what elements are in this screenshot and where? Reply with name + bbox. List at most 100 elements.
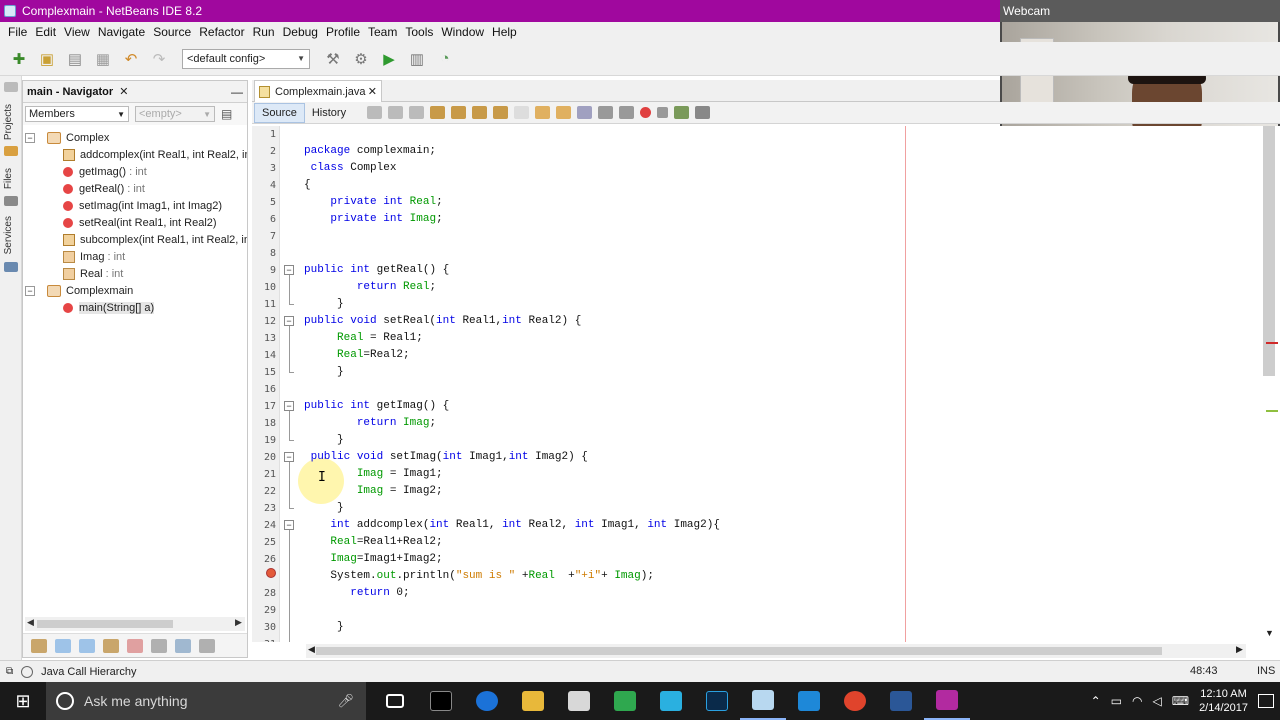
chevron-up-icon[interactable]: ⌃ bbox=[1091, 694, 1101, 708]
scroll-thumb[interactable] bbox=[316, 647, 1162, 655]
scroll-right-icon[interactable]: ▶ bbox=[1236, 644, 1243, 655]
line-number[interactable]: 3 bbox=[252, 160, 276, 177]
line-number[interactable]: 15 bbox=[252, 364, 276, 381]
menu-file[interactable]: File bbox=[4, 25, 31, 39]
minimize-icon[interactable]: — bbox=[231, 85, 243, 99]
tree-item[interactable]: − Complexmain bbox=[25, 282, 133, 299]
cortana-search[interactable]: Ask me anything 🎤︎ bbox=[46, 682, 366, 720]
file-explorer-icon[interactable] bbox=[510, 682, 556, 720]
line-number[interactable]: 12 bbox=[252, 313, 276, 330]
tree-item[interactable]: − Complex bbox=[25, 129, 109, 146]
code-line[interactable]: } bbox=[304, 500, 344, 517]
navigator-horizontal-scrollbar[interactable]: ◀ ▶ bbox=[25, 617, 245, 631]
line-number[interactable]: 30 bbox=[252, 619, 276, 636]
toggle-highlight-icon[interactable] bbox=[493, 106, 509, 119]
toggle-bookmark-icon[interactable] bbox=[577, 106, 593, 119]
tree-item[interactable]: main(String[] a) bbox=[63, 299, 155, 316]
find-selection-icon[interactable] bbox=[430, 106, 446, 119]
code-line[interactable]: return Real; bbox=[304, 279, 436, 296]
collapse-toggle-icon[interactable]: − bbox=[25, 132, 35, 143]
side-restore-icon[interactable] bbox=[4, 82, 18, 92]
code-line[interactable]: } bbox=[304, 364, 344, 381]
show-non-public-icon[interactable] bbox=[103, 638, 119, 653]
tree-item[interactable]: getReal(): int bbox=[63, 180, 145, 197]
collapse-toggle-icon[interactable]: − bbox=[25, 285, 35, 296]
forward-icon[interactable] bbox=[409, 106, 425, 119]
code-line[interactable]: class Complex bbox=[304, 160, 397, 177]
source-button[interactable]: Source bbox=[254, 102, 305, 123]
show-fields-icon[interactable] bbox=[55, 638, 71, 653]
undo-icon[interactable]: ↶ bbox=[120, 48, 142, 70]
empty-select[interactable]: <empty> ▼ bbox=[135, 106, 215, 122]
code-line[interactable]: } bbox=[304, 619, 344, 636]
remote-desktop-icon[interactable] bbox=[786, 682, 832, 720]
find-next-icon[interactable] bbox=[472, 106, 488, 119]
volume-icon[interactable]: ◁ bbox=[1153, 694, 1162, 708]
show-static-icon[interactable] bbox=[79, 638, 95, 653]
last-edit-icon[interactable] bbox=[367, 106, 383, 119]
code-line[interactable]: public void setImag(int Imag1,int Imag2)… bbox=[304, 449, 588, 466]
new-project-icon[interactable]: ▣ bbox=[36, 48, 58, 70]
build-icon[interactable]: ⚒ bbox=[322, 48, 344, 70]
fold-toggle-icon[interactable]: − bbox=[284, 452, 294, 462]
line-number[interactable]: 17 bbox=[252, 398, 276, 415]
sort-by-source-icon[interactable] bbox=[151, 638, 167, 653]
line-number[interactable] bbox=[252, 568, 276, 585]
menu-debug[interactable]: Debug bbox=[279, 25, 322, 39]
line-number[interactable]: 29 bbox=[252, 602, 276, 619]
restore-window-icon[interactable]: ⧉ bbox=[6, 666, 13, 677]
code-line[interactable]: { bbox=[304, 177, 311, 194]
line-number[interactable]: 18 bbox=[252, 415, 276, 432]
action-center-icon[interactable] bbox=[1258, 694, 1274, 708]
store-icon[interactable] bbox=[556, 682, 602, 720]
tree-item[interactable]: setImag(int Imag1, int Imag2) bbox=[63, 197, 222, 214]
menu-view[interactable]: View bbox=[60, 25, 94, 39]
code-line[interactable]: Imag = Imag2; bbox=[304, 483, 443, 500]
code-line[interactable]: Real=Real1+Real2; bbox=[304, 534, 442, 551]
debug-icon[interactable]: ▥ bbox=[406, 48, 428, 70]
profile-icon[interactable]: ◔ bbox=[434, 48, 456, 70]
tab-files[interactable]: Files bbox=[3, 168, 14, 189]
fold-toggle-icon[interactable]: − bbox=[284, 520, 294, 530]
code-line[interactable]: int addcomplex(int Real1, int Real2, int… bbox=[304, 517, 720, 534]
line-number[interactable]: 7 bbox=[252, 228, 276, 245]
line-number[interactable]: 16 bbox=[252, 381, 276, 398]
members-select[interactable]: Members ▼ bbox=[25, 106, 129, 122]
menu-edit[interactable]: Edit bbox=[31, 25, 60, 39]
sort-by-name-icon[interactable] bbox=[175, 638, 191, 653]
scroll-left-icon[interactable]: ◀ bbox=[308, 644, 315, 655]
line-number[interactable]: 6 bbox=[252, 211, 276, 228]
previous-bookmark-icon[interactable] bbox=[535, 106, 551, 119]
task-view-icon[interactable] bbox=[372, 682, 418, 720]
code-line[interactable]: package complexmain; bbox=[304, 143, 436, 160]
filter-icon[interactable]: ▤ bbox=[221, 107, 232, 121]
menu-help[interactable]: Help bbox=[488, 25, 521, 39]
line-number[interactable]: 13 bbox=[252, 330, 276, 347]
editor-horizontal-scrollbar[interactable]: ◀ ▶ bbox=[306, 644, 1246, 658]
line-number[interactable]: 28 bbox=[252, 585, 276, 602]
code-line[interactable]: public void setReal(int Real1,int Real2)… bbox=[304, 313, 581, 330]
photoshop-icon[interactable] bbox=[694, 682, 740, 720]
start-macro-icon[interactable] bbox=[640, 107, 652, 118]
code-line[interactable]: Real=Real2; bbox=[304, 347, 410, 364]
show-inherited-icon[interactable] bbox=[31, 638, 47, 653]
line-number[interactable]: 2 bbox=[252, 143, 276, 160]
tab-projects[interactable]: Projects bbox=[3, 104, 14, 140]
system-clock[interactable]: 12:10 AM 2/14/2017 bbox=[1199, 687, 1248, 715]
next-bookmark-icon[interactable] bbox=[556, 106, 572, 119]
tab-complexmain-java[interactable]: Complexmain.java ✕ bbox=[254, 80, 382, 102]
menu-profile[interactable]: Profile bbox=[322, 25, 364, 39]
editor-vertical-scrollbar[interactable]: ▼ bbox=[1262, 126, 1280, 642]
tree-item[interactable]: Imag: int bbox=[63, 248, 125, 265]
call-hierarchy-tab[interactable]: Java Call Hierarchy bbox=[41, 666, 136, 678]
edge-browser-icon[interactable] bbox=[464, 682, 510, 720]
scroll-thumb[interactable] bbox=[37, 620, 173, 628]
code-line[interactable]: } bbox=[304, 432, 344, 449]
scroll-down-icon[interactable]: ▼ bbox=[1265, 628, 1274, 638]
code-line[interactable]: Real = Real1; bbox=[304, 330, 423, 347]
fold-toggle-icon[interactable]: − bbox=[284, 316, 294, 326]
line-number[interactable]: 19 bbox=[252, 432, 276, 449]
code-line[interactable]: return 0; bbox=[304, 585, 409, 602]
stop-macro-icon[interactable] bbox=[657, 107, 669, 118]
webcam-app-icon[interactable] bbox=[924, 682, 970, 720]
